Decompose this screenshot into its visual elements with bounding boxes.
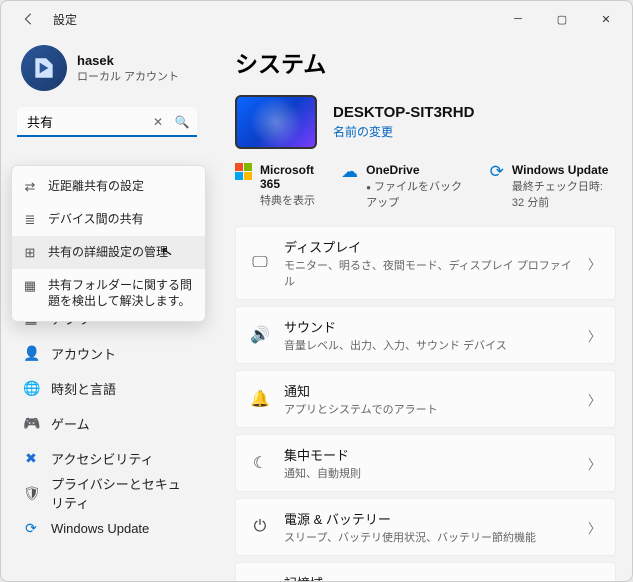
- avatar: [21, 45, 67, 91]
- search-suggestions: ⇄ 近距離共有の設定 ≣ デバイス間の共有 ⊞ 共有の詳細設定の管理 ▦ 共有フォルダーに関す…: [11, 165, 206, 322]
- tile-title: Windows Update: [512, 163, 616, 177]
- tile-windows-update[interactable]: ⟳ Windows Update 最終チェック日時: 32 分前: [490, 163, 616, 210]
- suggestion-label: デバイス間の共有: [48, 211, 144, 227]
- suggestion-icon: ⇄: [22, 179, 38, 195]
- sidebar-item[interactable]: 🌐 時刻と言語: [9, 371, 205, 405]
- maximize-button[interactable]: ▢: [540, 4, 584, 34]
- update-icon: ⟳: [490, 163, 504, 180]
- search-wrap: ✕ 🔍: [17, 107, 197, 137]
- minimize-button[interactable]: ─: [496, 4, 540, 34]
- nav-label: アカウント: [51, 344, 116, 363]
- tile-m365[interactable]: Microsoft 365 特典を表示: [235, 163, 319, 208]
- tile-title: OneDrive: [366, 163, 468, 177]
- card-sub: 音量レベル、出力、入力、サウンド デバイス: [284, 337, 574, 353]
- settings-card[interactable]: 🖵 ディスプレイモニター、明るさ、夜間モード、ディスプレイ プロファイル〉: [235, 226, 616, 300]
- card-sub: 通知、自動規則: [284, 465, 574, 481]
- card-sub: スリープ、バッテリ使用状況、バッテリー節約機能: [284, 529, 574, 545]
- nav-label: アクセシビリティ: [51, 449, 154, 468]
- card-icon: 🔔: [250, 389, 270, 409]
- chevron-right-icon: 〉: [588, 454, 601, 473]
- content: hasek ローカル アカウント ✕ 🔍 ⇄ 近距離共有の設定 ≣ デバイス間の共有 ⊞…: [1, 37, 632, 581]
- tile-title: Microsoft 365: [260, 163, 319, 191]
- device-hero: DESKTOP-SIT3RHD 名前の変更: [235, 95, 616, 149]
- suggestion-label: 共有フォルダーに関する問題を検出して解決します。: [48, 277, 195, 309]
- card-icon: 🔊: [250, 325, 270, 345]
- user-block[interactable]: hasek ローカル アカウント: [9, 37, 205, 107]
- suggestion-label: 共有の詳細設定の管理: [48, 244, 168, 260]
- suggestion-icon: ▦: [22, 278, 38, 294]
- settings-card[interactable]: ⏻ 電源 & バッテリースリープ、バッテリ使用状況、バッテリー節約機能〉: [235, 498, 616, 556]
- suggestion-item[interactable]: ⊞ 共有の詳細設定の管理: [12, 236, 205, 269]
- tile-onedrive[interactable]: ☁ OneDrive ●ファイルをバックアップ: [341, 163, 468, 210]
- user-name: hasek: [77, 53, 179, 68]
- card-title: 通知: [284, 381, 574, 400]
- tile-sub: 特典を表示: [260, 192, 319, 208]
- card-sub: モニター、明るさ、夜間モード、ディスプレイ プロファイル: [284, 257, 574, 289]
- user-sub: ローカル アカウント: [77, 68, 179, 84]
- suggestion-label: 近距離共有の設定: [48, 178, 144, 194]
- settings-cards: 🖵ディスプレイモニター、明るさ、夜間モード、ディスプレイ プロファイル〉🔊サウン…: [235, 226, 616, 581]
- suggestion-icon: ≣: [22, 212, 38, 228]
- tile-sub: ●ファイルをバックアップ: [366, 178, 468, 210]
- sidebar-item[interactable]: 🛡 プライバシーとセキュリティ: [9, 476, 205, 510]
- window-title: 設定: [53, 11, 77, 28]
- nav-label: Windows Update: [51, 521, 149, 536]
- card-title: ディスプレイ: [284, 237, 574, 256]
- sidebar-item[interactable]: ✖ アクセシビリティ: [9, 441, 205, 475]
- device-name: DESKTOP-SIT3RHD: [333, 104, 474, 121]
- main-panel: システム DESKTOP-SIT3RHD 名前の変更 Microsoft 365…: [213, 37, 632, 581]
- nav-label: 時刻と言語: [51, 379, 116, 398]
- card-sub: アプリとシステムでのアラート: [284, 401, 574, 417]
- chevron-right-icon: 〉: [588, 390, 601, 409]
- settings-card[interactable]: 🔊 サウンド音量レベル、出力、入力、サウンド デバイス〉: [235, 306, 616, 364]
- status-tiles: Microsoft 365 特典を表示 ☁ OneDrive ●ファイルをバック…: [235, 163, 616, 210]
- nav-label: ゲーム: [51, 414, 90, 433]
- titlebar: 設定 ─ ▢ ✕: [1, 1, 632, 37]
- m365-icon: [235, 163, 252, 180]
- chevron-right-icon: 〉: [588, 326, 601, 345]
- page-title: システム: [235, 45, 616, 79]
- clear-search-icon[interactable]: ✕: [149, 115, 167, 129]
- settings-card[interactable]: 🔔 通知アプリとシステムでのアラート〉: [235, 370, 616, 428]
- card-icon: ⏻: [250, 518, 270, 536]
- suggestion-item[interactable]: ⇄ 近距離共有の設定: [12, 170, 205, 203]
- suggestion-item[interactable]: ≣ デバイス間の共有: [12, 203, 205, 236]
- sidebar: hasek ローカル アカウント ✕ 🔍 ⇄ 近距離共有の設定 ≣ デバイス間の共有 ⊞…: [1, 37, 213, 581]
- nav-icon: 🛡: [23, 485, 39, 502]
- nav-icon: 🎮: [23, 415, 39, 432]
- card-title: サウンド: [284, 317, 574, 336]
- nav-icon: ⟳: [23, 520, 39, 537]
- settings-window: 設定 ─ ▢ ✕ hasek ローカル アカウント ✕ 🔍: [0, 0, 633, 582]
- sidebar-item[interactable]: 👤 アカウント: [9, 336, 205, 370]
- nav-icon: ✖: [23, 450, 39, 467]
- sidebar-item[interactable]: ⟳ Windows Update: [9, 511, 205, 545]
- card-icon: ☾: [250, 453, 270, 473]
- nav-icon: 👤: [23, 345, 39, 362]
- card-title: 電源 & バッテリー: [284, 509, 574, 528]
- sidebar-nav: ▦アプリ👤アカウント🌐時刻と言語🎮ゲーム✖アクセシビリティ🛡プライバシーとセキュ…: [9, 301, 205, 545]
- settings-card[interactable]: ▭記憶域ストレージ領域、ドライブ、構成ルール〉: [235, 562, 616, 581]
- card-title: 集中モード: [284, 445, 574, 464]
- nav-label: プライバシーとセキュリティ: [51, 474, 191, 512]
- settings-card[interactable]: ☾ 集中モード通知、自動規則〉: [235, 434, 616, 492]
- chevron-right-icon: 〉: [588, 518, 601, 537]
- chevron-right-icon: 〉: [588, 254, 601, 273]
- search-icon[interactable]: 🔍: [173, 115, 191, 129]
- tile-sub: 最終チェック日時: 32 分前: [512, 178, 616, 210]
- rename-link[interactable]: 名前の変更: [333, 123, 474, 140]
- card-icon: 🖵: [250, 254, 270, 272]
- cloud-icon: ☁: [341, 163, 358, 180]
- sidebar-item[interactable]: 🎮 ゲーム: [9, 406, 205, 440]
- suggestion-item[interactable]: ▦ 共有フォルダーに関する問題を検出して解決します。: [12, 269, 205, 317]
- device-image: [235, 95, 317, 149]
- back-button[interactable]: [17, 7, 41, 31]
- nav-icon: 🌐: [23, 380, 39, 397]
- suggestion-icon: ⊞: [22, 245, 38, 261]
- close-button[interactable]: ✕: [584, 4, 628, 34]
- card-title: 記憶域: [284, 573, 574, 581]
